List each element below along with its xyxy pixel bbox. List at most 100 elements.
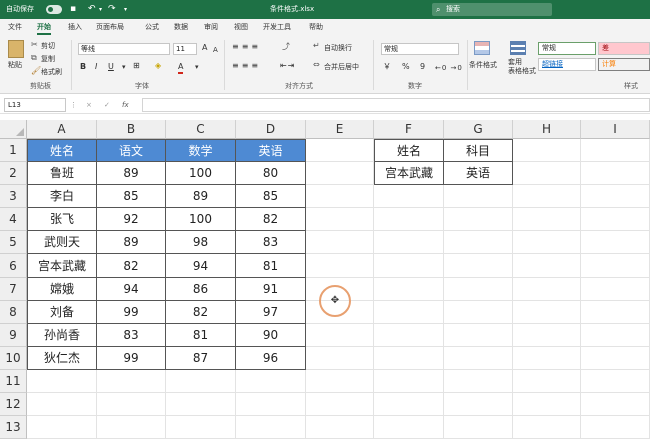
row-header-1[interactable]: 1 — [0, 139, 27, 162]
cell[interactable] — [27, 393, 97, 416]
cut-button[interactable]: 剪切 — [41, 41, 55, 51]
cell[interactable] — [374, 370, 444, 393]
undo-dropdown-icon[interactable]: ▾ — [99, 0, 102, 19]
font-size-select[interactable]: 11 — [173, 43, 197, 55]
cell[interactable] — [513, 370, 581, 393]
table-cell[interactable]: 89 — [166, 185, 236, 208]
lookup-cell[interactable]: 英语 — [444, 162, 513, 185]
table-cell[interactable]: 86 — [166, 278, 236, 301]
table-cell[interactable]: 85 — [236, 185, 306, 208]
column-header-h[interactable]: H — [513, 120, 581, 139]
percent-button[interactable]: % — [402, 62, 410, 72]
save-icon[interactable]: ▪ — [70, 0, 76, 19]
table-cell[interactable]: 99 — [97, 347, 166, 370]
cell[interactable] — [444, 324, 513, 347]
row-header-11[interactable]: 11 — [0, 370, 27, 393]
indent-icons[interactable]: ⇤⇥ — [280, 61, 295, 71]
lookup-cell[interactable]: 宫本武藏 — [374, 162, 444, 185]
row-header-3[interactable]: 3 — [0, 185, 27, 208]
cell[interactable] — [581, 162, 650, 185]
format-painter-button[interactable]: 格式刷 — [41, 67, 62, 77]
horizontal-align-icons[interactable]: ≡≡≡ — [232, 61, 261, 71]
cell[interactable] — [513, 185, 581, 208]
table-cell[interactable]: 87 — [166, 347, 236, 370]
column-header-a[interactable]: A — [27, 120, 97, 139]
insert-function-icon[interactable]: fx — [122, 100, 129, 110]
bold-button[interactable]: B — [80, 62, 86, 72]
row-header-10[interactable]: 10 — [0, 347, 27, 370]
table-cell[interactable]: 100 — [166, 208, 236, 231]
comma-button[interactable]: 9 — [420, 62, 425, 72]
tab-formulas[interactable]: 公式 — [145, 19, 159, 36]
table-header-cell[interactable]: 姓名 — [27, 139, 97, 162]
cell[interactable] — [513, 231, 581, 254]
merge-center-button[interactable]: 合并后居中 — [324, 62, 359, 72]
table-cell[interactable]: 98 — [166, 231, 236, 254]
underline-button[interactable]: U — [108, 62, 114, 72]
decimal-buttons[interactable]: ←0 →0 — [435, 63, 463, 73]
row-header-7[interactable]: 7 — [0, 278, 27, 301]
select-all-button[interactable] — [0, 120, 27, 139]
lookup-header-cell[interactable]: 姓名 — [374, 139, 444, 162]
number-format-select[interactable]: 常规 — [381, 43, 459, 55]
cut-icon[interactable]: ✂ — [31, 40, 38, 50]
cell[interactable] — [581, 208, 650, 231]
cell[interactable] — [97, 370, 166, 393]
row-header-6[interactable]: 6 — [0, 254, 27, 278]
shrink-font-button[interactable]: A — [213, 45, 218, 55]
row-header-4[interactable]: 4 — [0, 208, 27, 231]
cell[interactable] — [166, 370, 236, 393]
cell[interactable] — [236, 370, 306, 393]
format-as-table-icon[interactable] — [510, 41, 526, 55]
underline-dropdown-icon[interactable]: ▾ — [122, 62, 126, 72]
cell[interactable] — [581, 416, 650, 439]
wrap-text-button[interactable]: 自动换行 — [324, 43, 352, 53]
conditional-format-icon[interactable] — [474, 41, 490, 55]
border-icon[interactable]: ⊞ — [133, 61, 140, 71]
column-header-c[interactable]: C — [166, 120, 236, 139]
cell[interactable] — [581, 139, 650, 162]
cell[interactable] — [374, 208, 444, 231]
copy-icon[interactable]: ⧉ — [31, 53, 37, 63]
wrap-text-icon[interactable]: ↵ — [313, 41, 320, 51]
font-color-dropdown-icon[interactable]: ▾ — [195, 62, 199, 72]
row-header-12[interactable]: 12 — [0, 393, 27, 416]
merge-center-icon[interactable]: ⇔ — [313, 60, 320, 70]
cell[interactable] — [374, 324, 444, 347]
cell[interactable] — [513, 301, 581, 324]
cell[interactable] — [306, 254, 374, 278]
cell[interactable] — [581, 185, 650, 208]
cell[interactable] — [513, 347, 581, 370]
style-hyperlink[interactable]: 超链接 — [538, 58, 596, 71]
cell[interactable] — [236, 393, 306, 416]
cell[interactable] — [97, 393, 166, 416]
cell[interactable] — [306, 347, 374, 370]
table-cell[interactable]: 91 — [236, 278, 306, 301]
tab-review[interactable]: 审阅 — [204, 19, 218, 36]
cell[interactable] — [27, 370, 97, 393]
row-header-8[interactable]: 8 — [0, 301, 27, 324]
cell[interactable] — [581, 347, 650, 370]
cell[interactable] — [306, 231, 374, 254]
table-header-cell[interactable]: 数学 — [166, 139, 236, 162]
tab-insert[interactable]: 插入 — [68, 19, 82, 36]
enter-icon[interactable]: ✓ — [104, 100, 110, 110]
cell[interactable] — [581, 278, 650, 301]
table-cell[interactable]: 81 — [166, 324, 236, 347]
cancel-icon[interactable]: × — [86, 100, 92, 110]
formula-input[interactable] — [142, 98, 650, 112]
cell[interactable] — [581, 393, 650, 416]
cell[interactable] — [513, 278, 581, 301]
cell[interactable] — [306, 416, 374, 439]
name-box[interactable]: L13 — [4, 98, 66, 112]
cell[interactable] — [581, 370, 650, 393]
cell[interactable] — [444, 301, 513, 324]
currency-button[interactable]: ￥ — [383, 62, 391, 72]
orientation-icon[interactable]: ⤴ — [282, 42, 290, 52]
row-header-13[interactable]: 13 — [0, 416, 27, 439]
table-cell[interactable]: 96 — [236, 347, 306, 370]
table-cell[interactable]: 刘备 — [27, 301, 97, 324]
column-header-g[interactable]: G — [444, 120, 513, 139]
italic-button[interactable]: I — [95, 62, 97, 72]
row-header-2[interactable]: 2 — [0, 162, 27, 185]
